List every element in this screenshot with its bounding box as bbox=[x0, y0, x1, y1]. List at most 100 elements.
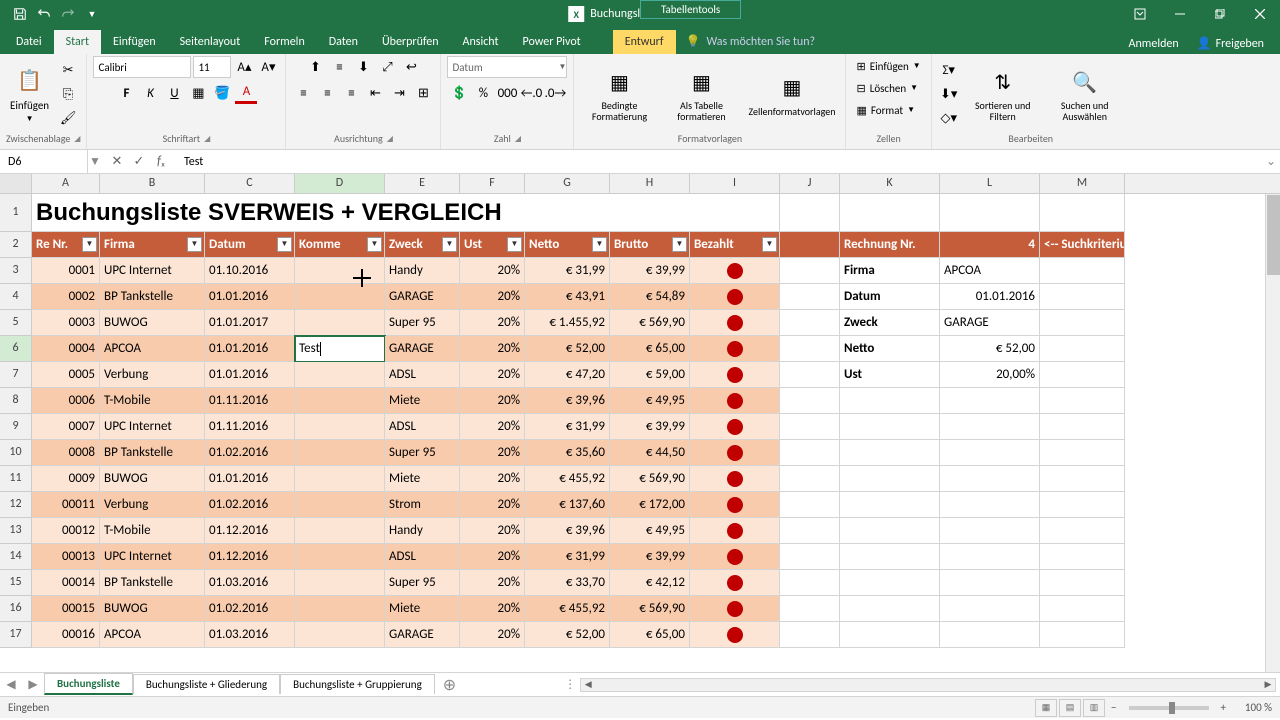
maximize-button[interactable] bbox=[1200, 0, 1240, 28]
table-header[interactable]: Brutto▼ bbox=[610, 232, 690, 258]
cell-zweck[interactable]: ADSL bbox=[385, 544, 460, 570]
cell-datum[interactable]: 01.02.2016 bbox=[205, 492, 295, 518]
cell-bezahlt[interactable] bbox=[690, 570, 780, 596]
cell-renr[interactable]: 00014 bbox=[32, 570, 100, 596]
cell[interactable] bbox=[1040, 258, 1125, 284]
cancel-edit-button[interactable]: ✕ bbox=[106, 154, 128, 169]
cell-bezahlt[interactable] bbox=[690, 622, 780, 648]
cell-netto[interactable]: € 1.455,92 bbox=[525, 310, 610, 336]
lookup-value[interactable]: APCOA bbox=[940, 258, 1040, 284]
cell-firma[interactable]: Verbung bbox=[100, 362, 205, 388]
cell-ust[interactable]: 20% bbox=[460, 596, 525, 622]
vertical-scrollbar[interactable] bbox=[1265, 194, 1280, 672]
cell-bezahlt[interactable] bbox=[690, 492, 780, 518]
decrease-font-button[interactable]: A▾ bbox=[257, 56, 279, 78]
table-header[interactable]: Netto▼ bbox=[525, 232, 610, 258]
cell-kommentar[interactable] bbox=[295, 310, 385, 336]
cell[interactable] bbox=[1040, 596, 1125, 622]
column-header[interactable]: F bbox=[460, 174, 525, 193]
align-center-button[interactable]: ≡ bbox=[316, 82, 338, 104]
cell-zweck[interactable]: Super 95 bbox=[385, 440, 460, 466]
cell-kommentar[interactable] bbox=[295, 388, 385, 414]
cell-netto[interactable]: € 137,60 bbox=[525, 492, 610, 518]
cell-firma[interactable]: UPC Internet bbox=[100, 258, 205, 284]
insert-function-button[interactable]: fₓ bbox=[150, 154, 172, 169]
cell[interactable] bbox=[780, 518, 840, 544]
cell-kommentar[interactable] bbox=[295, 570, 385, 596]
name-box-dropdown-icon[interactable]: ▼ bbox=[88, 154, 102, 169]
filter-dropdown-icon[interactable]: ▼ bbox=[82, 237, 97, 252]
underline-button[interactable]: U bbox=[163, 82, 185, 104]
align-right-button[interactable]: ≡ bbox=[340, 82, 362, 104]
column-header[interactable]: G bbox=[525, 174, 610, 193]
accounting-button[interactable]: 💲 bbox=[448, 82, 470, 104]
cell-brutto[interactable]: € 44,50 bbox=[610, 440, 690, 466]
cell[interactable] bbox=[1040, 492, 1125, 518]
cell-brutto[interactable]: € 59,00 bbox=[610, 362, 690, 388]
share-button[interactable]: 👤Freigeben bbox=[1189, 33, 1272, 54]
cell[interactable] bbox=[940, 466, 1040, 492]
cell-datum[interactable]: 01.03.2016 bbox=[205, 570, 295, 596]
zoom-out-button[interactable]: − bbox=[1107, 701, 1120, 714]
row-header[interactable]: 2 bbox=[0, 232, 32, 258]
new-sheet-button[interactable]: ⊕ bbox=[435, 675, 464, 695]
cell-netto[interactable]: € 39,96 bbox=[525, 518, 610, 544]
cell-kommentar-editing[interactable]: Test bbox=[295, 336, 385, 362]
cell-datum[interactable]: 01.02.2016 bbox=[205, 596, 295, 622]
increase-font-button[interactable]: A▴ bbox=[233, 56, 255, 78]
cell-renr[interactable]: 0009 bbox=[32, 466, 100, 492]
cell[interactable] bbox=[780, 336, 840, 362]
cell[interactable] bbox=[780, 492, 840, 518]
cell[interactable] bbox=[780, 544, 840, 570]
row-header[interactable]: 7 bbox=[0, 362, 32, 388]
decrease-indent-button[interactable]: ⇤ bbox=[364, 82, 386, 104]
sheet-nav-next[interactable]: ▶ bbox=[22, 677, 44, 692]
cell-kommentar[interactable] bbox=[295, 622, 385, 648]
cell[interactable] bbox=[1040, 622, 1125, 648]
column-header[interactable]: H bbox=[610, 174, 690, 193]
sheet-tab-3[interactable]: Buchungsliste + Gruppierung bbox=[280, 674, 435, 694]
cell[interactable] bbox=[840, 440, 940, 466]
border-button[interactable]: ▦ bbox=[187, 82, 209, 104]
cell[interactable] bbox=[840, 518, 940, 544]
filter-dropdown-icon[interactable]: ▼ bbox=[442, 237, 457, 252]
cell[interactable] bbox=[940, 518, 1040, 544]
clear-button[interactable]: ◇▾ bbox=[938, 107, 960, 129]
row-header[interactable]: 1 bbox=[0, 194, 32, 232]
cell-netto[interactable]: € 33,70 bbox=[525, 570, 610, 596]
increase-decimal-button[interactable]: ←.0 bbox=[520, 82, 542, 104]
filter-dropdown-icon[interactable]: ▼ bbox=[592, 237, 607, 252]
align-middle-button[interactable]: ≡ bbox=[328, 56, 350, 78]
cell-datum[interactable]: 01.01.2016 bbox=[205, 466, 295, 492]
column-header[interactable]: K bbox=[840, 174, 940, 193]
filter-dropdown-icon[interactable]: ▼ bbox=[762, 237, 777, 252]
undo-icon[interactable] bbox=[32, 2, 56, 26]
cell-firma[interactable]: BP Tankstelle bbox=[100, 570, 205, 596]
cell[interactable] bbox=[780, 622, 840, 648]
select-all-button[interactable] bbox=[0, 174, 32, 193]
cell[interactable] bbox=[780, 466, 840, 492]
cell-bezahlt[interactable] bbox=[690, 362, 780, 388]
cell-bezahlt[interactable] bbox=[690, 310, 780, 336]
cell-bezahlt[interactable] bbox=[690, 518, 780, 544]
minimize-button[interactable] bbox=[1160, 0, 1200, 28]
cell-renr[interactable]: 0008 bbox=[32, 440, 100, 466]
hscroll-track[interactable] bbox=[595, 679, 1261, 691]
tab-formulas[interactable]: Formeln bbox=[252, 30, 316, 54]
cell-zweck[interactable]: Miete bbox=[385, 466, 460, 492]
cell[interactable] bbox=[940, 414, 1040, 440]
cell-zweck[interactable]: Super 95 bbox=[385, 570, 460, 596]
cell-netto[interactable]: € 52,00 bbox=[525, 622, 610, 648]
cell[interactable] bbox=[840, 414, 940, 440]
align-top-button[interactable]: ⬆ bbox=[304, 56, 326, 78]
cell-ust[interactable]: 20% bbox=[460, 544, 525, 570]
page-title[interactable]: Buchungsliste SVERWEIS + VERGLEICH bbox=[32, 194, 780, 232]
row-header[interactable]: 14 bbox=[0, 544, 32, 570]
cell-datum[interactable]: 01.01.2016 bbox=[205, 284, 295, 310]
lookup-hint[interactable]: <-- Suchkriterium bbox=[1040, 232, 1125, 258]
table-header[interactable]: Zweck▼ bbox=[385, 232, 460, 258]
cell-netto[interactable]: € 39,96 bbox=[525, 388, 610, 414]
cell-firma[interactable]: BUWOG bbox=[100, 466, 205, 492]
cell-brutto[interactable]: € 569,90 bbox=[610, 466, 690, 492]
cell[interactable] bbox=[840, 622, 940, 648]
